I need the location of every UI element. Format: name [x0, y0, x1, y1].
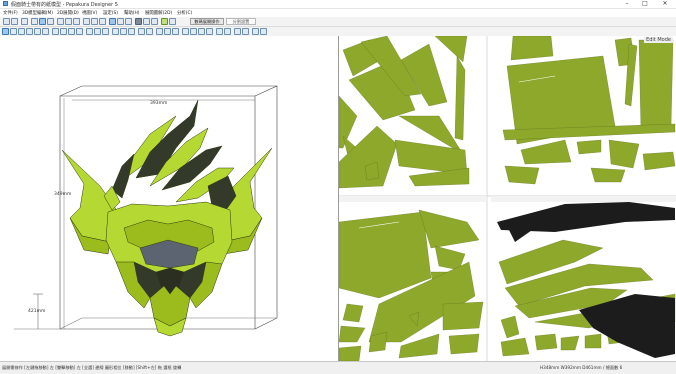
- 3d-model-canvas[interactable]: 393mm 349mm 421mm: [0, 36, 338, 361]
- zoom-icon[interactable]: [47, 18, 54, 25]
- open-icon[interactable]: [11, 18, 18, 25]
- status-bar: 展開需修作 [左鍵拖移動] 左 [雙擊移動] 左 [全選] 邊線 圖形相位 [移…: [0, 361, 676, 374]
- menu-settings[interactable]: 設定(S): [103, 10, 118, 16]
- split-icon[interactable]: [109, 18, 116, 25]
- new-file-icon[interactable]: [3, 18, 10, 25]
- zoom-out-icon[interactable]: [224, 28, 231, 35]
- dimension-depth: 349mm: [54, 191, 71, 197]
- color-icon[interactable]: [117, 18, 124, 25]
- helmet-model: [61, 99, 273, 337]
- maximize-button[interactable]: □: [638, 0, 652, 8]
- scissors-icon[interactable]: [34, 28, 41, 35]
- glue-icon[interactable]: [42, 28, 49, 35]
- menu-analysis[interactable]: 分析(C): [177, 10, 192, 16]
- minimize-button[interactable]: –: [620, 0, 634, 8]
- save-icon[interactable]: [21, 18, 28, 25]
- edge-icon[interactable]: [83, 18, 90, 25]
- page-icon[interactable]: [156, 28, 163, 35]
- measure-icon[interactable]: [146, 28, 153, 35]
- image-icon[interactable]: [94, 28, 101, 35]
- menu-unfold-figure[interactable]: 展開圖解(2D): [145, 10, 172, 16]
- 2d-layout-canvas[interactable]: [339, 36, 676, 361]
- cursor-icon[interactable]: [2, 28, 9, 35]
- dimension-width: 393mm: [150, 100, 167, 106]
- text-icon[interactable]: [86, 28, 93, 35]
- car-icon[interactable]: [138, 28, 145, 35]
- zoom-in-icon[interactable]: [216, 28, 223, 35]
- window-title: 假面騎士帶有的紙模型 - Pepakura Designer 5: [11, 2, 118, 8]
- tab-unfold-operation[interactable]: 數碼展開操作: [190, 18, 224, 25]
- print-icon[interactable]: [143, 18, 150, 25]
- menu-help[interactable]: 幫助(H): [124, 10, 140, 16]
- join-icon[interactable]: [99, 18, 106, 25]
- info-icon[interactable]: [260, 28, 267, 35]
- menu-view[interactable]: 視圖(V): [82, 10, 97, 16]
- hide-icon[interactable]: [182, 28, 189, 35]
- status-hint: 展開需修作 [左鍵拖移動] 左 [雙擊移動] 左 [全選] 邊線 圖形相位 [移…: [2, 365, 182, 370]
- printer-icon[interactable]: [164, 28, 171, 35]
- title-bar: 假面騎士帶有的紙模型 - Pepakura Designer 5 – □ ✕: [0, 0, 676, 9]
- move-icon[interactable]: [65, 18, 72, 25]
- select-icon[interactable]: [39, 18, 46, 25]
- view-2d[interactable]: Edit Mode: [339, 36, 676, 361]
- menu-2d-unfold[interactable]: 2D展開(D): [57, 10, 79, 16]
- main-toolbar: 數碼展開操作 分割設置: [0, 17, 676, 27]
- menu-bar: 文件(F) 3D模型編輯(M) 2D展開(D) 視圖(V) 設定(S) 幫助(H…: [0, 9, 676, 17]
- close-button[interactable]: ✕: [658, 0, 672, 8]
- line-icon[interactable]: [26, 28, 33, 35]
- layout-icon[interactable]: [135, 18, 142, 25]
- rotate-part-icon[interactable]: [68, 28, 75, 35]
- view-3d[interactable]: 393mm 349mm 421mm: [0, 36, 339, 361]
- menu-3d-edit[interactable]: 3D模型編輯(M): [22, 10, 53, 16]
- fold-valley-icon[interactable]: [120, 28, 127, 35]
- fold-mountain-icon[interactable]: [112, 28, 119, 35]
- dimension-height: 421mm: [28, 308, 45, 314]
- rotate-icon[interactable]: [57, 18, 64, 25]
- flap-edit-icon[interactable]: [198, 28, 205, 35]
- crosshair-icon[interactable]: [10, 28, 17, 35]
- check-icon[interactable]: [128, 28, 135, 35]
- mode-label: Edit Mode: [644, 37, 673, 43]
- show-icon[interactable]: [190, 28, 197, 35]
- lock-icon[interactable]: [242, 28, 249, 35]
- line-style-icon[interactable]: [206, 28, 213, 35]
- flip-icon[interactable]: [60, 28, 67, 35]
- mirror-icon[interactable]: [52, 28, 59, 35]
- home-icon[interactable]: [234, 28, 241, 35]
- fit-icon[interactable]: [73, 18, 80, 25]
- settings-icon[interactable]: [151, 18, 158, 25]
- menu-file[interactable]: 文件(F): [3, 10, 18, 16]
- tab-split-setting[interactable]: 分割設置: [226, 18, 256, 25]
- app-logo-icon: [3, 1, 8, 6]
- flap-icon[interactable]: [91, 18, 98, 25]
- unfold-icon[interactable]: [161, 18, 168, 25]
- layer-icon[interactable]: [252, 28, 259, 35]
- align-icon[interactable]: [76, 28, 83, 35]
- number-icon[interactable]: [102, 28, 109, 35]
- undo-icon[interactable]: [31, 18, 38, 25]
- pencil-icon[interactable]: [18, 28, 25, 35]
- status-dimensions: H348mm W392mm D461mm / 總面數 6: [540, 365, 623, 370]
- texture-icon[interactable]: [125, 18, 132, 25]
- grid-icon[interactable]: [169, 18, 176, 25]
- export-icon[interactable]: [172, 28, 179, 35]
